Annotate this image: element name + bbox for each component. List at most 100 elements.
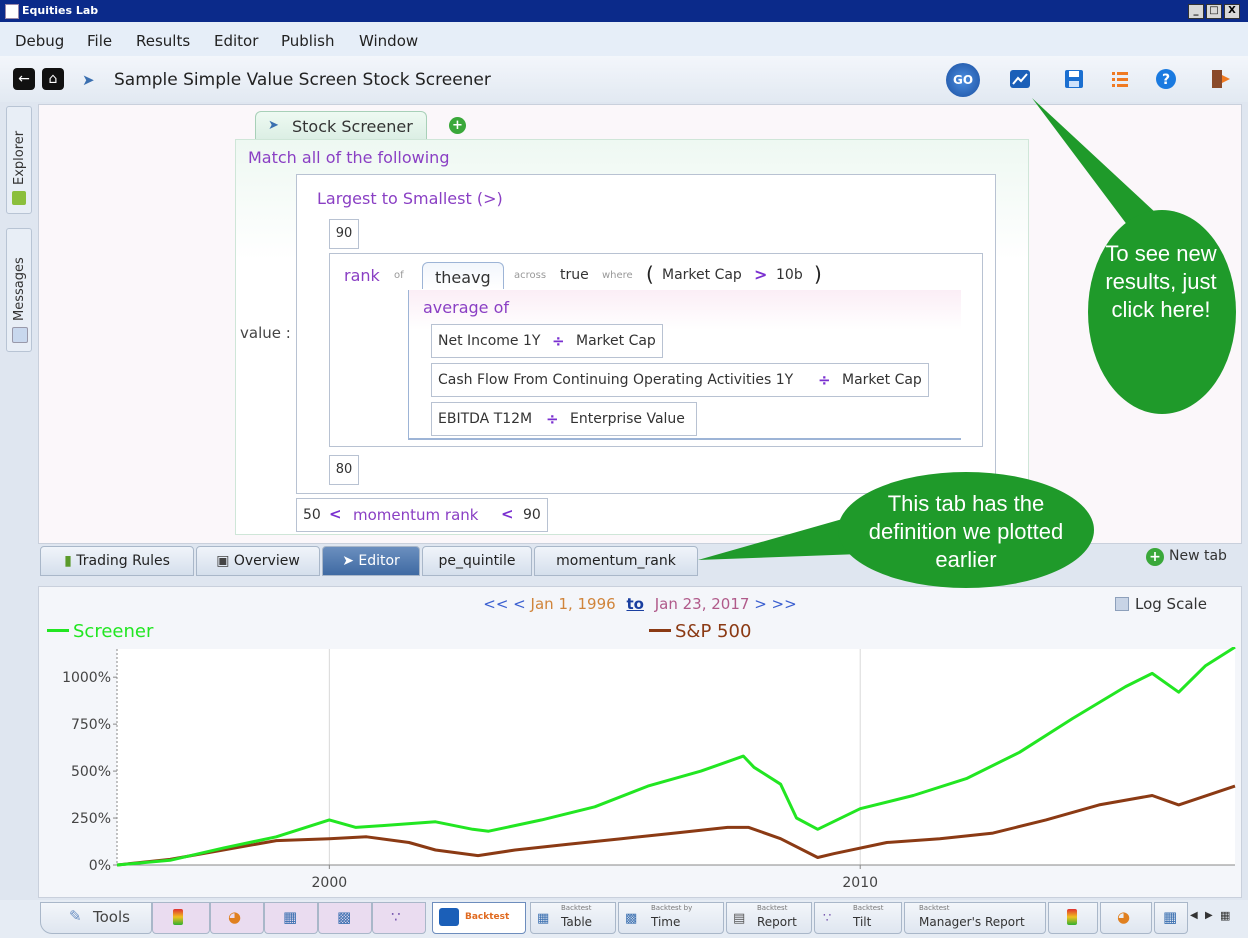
explorer-tab[interactable]: Explorer [6, 106, 32, 214]
pie-button[interactable]: ◕ [210, 902, 264, 934]
across-keyword: across [514, 270, 547, 281]
sort-order[interactable]: Largest to Smallest (>) [317, 189, 503, 208]
backtest-tilt-label: Tilt [853, 915, 872, 929]
tab-callout-text: This tab has the definition we plotted e… [868, 491, 1064, 572]
scroll-left-icon[interactable]: ◀ [1190, 910, 1198, 921]
app-icon [5, 4, 19, 19]
menu-window[interactable]: Window [359, 32, 418, 50]
lower-value[interactable]: 80 [329, 455, 359, 485]
scatter-icon: ∵ [391, 908, 401, 926]
new-tab-button[interactable]: New tab [1169, 548, 1227, 564]
less-than-operator: < [329, 505, 342, 523]
divide-operator: ÷ [818, 371, 831, 389]
to-link[interactable]: to [626, 595, 643, 613]
tab-pe-quintile[interactable]: pe_quintile [422, 546, 532, 576]
condition-operator[interactable]: > [754, 265, 767, 284]
legend-screener: Screener [73, 621, 154, 642]
minimize-button[interactable]: _ [1188, 4, 1204, 19]
bottom-toolbar: ✎ Tools ◕ ▦ ▩ ∵ Backtest ▦ Backtest Tabl… [0, 900, 1248, 938]
legend-swatch-screener [47, 629, 69, 632]
time-bars-icon: ▩ [625, 911, 638, 926]
momentum-low: 50 [303, 507, 321, 523]
go-callout-text: To see new results, just click here! [1105, 241, 1217, 322]
start-date[interactable]: Jan 1, 1996 [531, 595, 616, 613]
condition-field[interactable]: Market Cap [662, 267, 742, 283]
backtest-small-label: Backtest [561, 904, 592, 912]
tab-label: Overview [233, 553, 300, 569]
backtest-managers-report-button[interactable]: Backtest Manager's Report [904, 902, 1046, 934]
backtest-button[interactable]: Backtest [432, 902, 526, 934]
tab-overview[interactable]: ▣ Overview [196, 546, 320, 576]
tab-editor[interactable]: ➤ Editor [322, 546, 420, 576]
explorer-label: Explorer [12, 130, 27, 185]
go-button[interactable]: GO [946, 63, 980, 97]
open-paren: ( [646, 262, 654, 286]
theavg-function[interactable]: theavg [422, 262, 504, 289]
editor-tab-icon: ➤ [342, 553, 354, 569]
wrench-icon: ✎ [69, 907, 82, 925]
backtest-table-button[interactable]: ▦ Backtest Table [530, 902, 616, 934]
messages-tab[interactable]: Messages [6, 228, 32, 352]
maximize-button[interactable]: □ [1206, 4, 1222, 19]
screener-tab-icon: ➤ [268, 118, 279, 133]
window-title: Equities Lab [22, 4, 99, 17]
pie-button[interactable]: ◕ [1100, 902, 1152, 934]
tools-button[interactable]: ✎ Tools [40, 902, 152, 934]
backtest-time-label: Time [651, 915, 681, 929]
grid-icon: ▦ [283, 908, 298, 926]
grid-button[interactable]: ▦ [1154, 902, 1188, 934]
tab-label: Trading Rules [76, 553, 170, 569]
stoplight-icon [1067, 909, 1077, 925]
ratio-denominator: Market Cap [576, 333, 656, 349]
match-label: Match all of the following [248, 148, 450, 167]
average-of-label: average of [423, 298, 510, 317]
tab-trading-rules[interactable]: ▮ Trading Rules [40, 546, 194, 576]
backtest-tilt-button[interactable]: ∵ Backtest Tilt [814, 902, 902, 934]
stoplight-button[interactable] [1048, 902, 1098, 934]
y-tick-label: 500% [71, 764, 111, 780]
performance-chart: 0% 250% 500% 750% 1000% 2000 2010 [62, 647, 1236, 891]
stock-screener-tab[interactable]: ➤ Stock Screener [255, 111, 427, 140]
across-value[interactable]: true [560, 267, 589, 283]
backtest-icon [439, 908, 459, 926]
log-scale-checkbox[interactable] [1115, 597, 1129, 611]
pie-icon: ◕ [1117, 908, 1131, 926]
menu-editor[interactable]: Editor [214, 32, 258, 50]
scatter-button[interactable]: ∵ [372, 902, 426, 934]
add-tab-icon[interactable]: + [1146, 548, 1164, 566]
ratio-denominator: Enterprise Value [570, 411, 685, 427]
bars-button[interactable]: ▩ [318, 902, 372, 934]
home-icon[interactable]: ⌂ [42, 68, 64, 90]
menu-publish[interactable]: Publish [281, 32, 334, 50]
menu-results[interactable]: Results [136, 32, 190, 50]
tab-momentum-rank[interactable]: momentum_rank [534, 546, 698, 576]
ratio-row[interactable]: EBITDA T12M ÷ Enterprise Value [431, 402, 697, 436]
menu-debug[interactable]: Debug [15, 32, 64, 50]
upper-value[interactable]: 90 [329, 219, 359, 249]
add-screener-icon[interactable]: + [449, 117, 466, 134]
scroll-right-icon[interactable]: ▶ [1205, 910, 1213, 921]
document-title: Sample Simple Value Screen Stock Screene… [114, 70, 491, 90]
backtest-report-button[interactable]: ▤ Backtest Report [726, 902, 812, 934]
back-arrow-icon[interactable]: ← [13, 68, 35, 90]
ratio-row[interactable]: Cash Flow From Continuing Operating Acti… [431, 363, 929, 397]
ratio-row[interactable]: Net Income 1Y ÷ Market Cap [431, 324, 663, 358]
backtest-time-button[interactable]: ▩ Backtest by Time [618, 902, 724, 934]
condition-value[interactable]: 10b [776, 267, 803, 283]
tab-menu-icon[interactable]: ▦ [1220, 909, 1230, 922]
momentum-condition[interactable]: 50 < momentum rank < 90 [296, 498, 548, 532]
menu-file[interactable]: File [87, 32, 112, 50]
close-button[interactable]: X [1224, 4, 1240, 19]
overview-icon: ▣ [216, 553, 230, 569]
rank-keyword: rank [344, 266, 380, 285]
tab-label: Editor [358, 553, 400, 569]
divide-operator: ÷ [552, 332, 565, 350]
grid-button[interactable]: ▦ [264, 902, 318, 934]
legend-swatch-sp500 [649, 629, 671, 632]
side-panel: Explorer Messages [6, 106, 32, 566]
prev-range-button[interactable]: << < [483, 595, 525, 613]
stoplight-button[interactable] [152, 902, 210, 934]
of-keyword: of [394, 270, 404, 281]
backtest-label: Backtest [465, 912, 510, 922]
screener-icon: ➤ [82, 71, 95, 89]
